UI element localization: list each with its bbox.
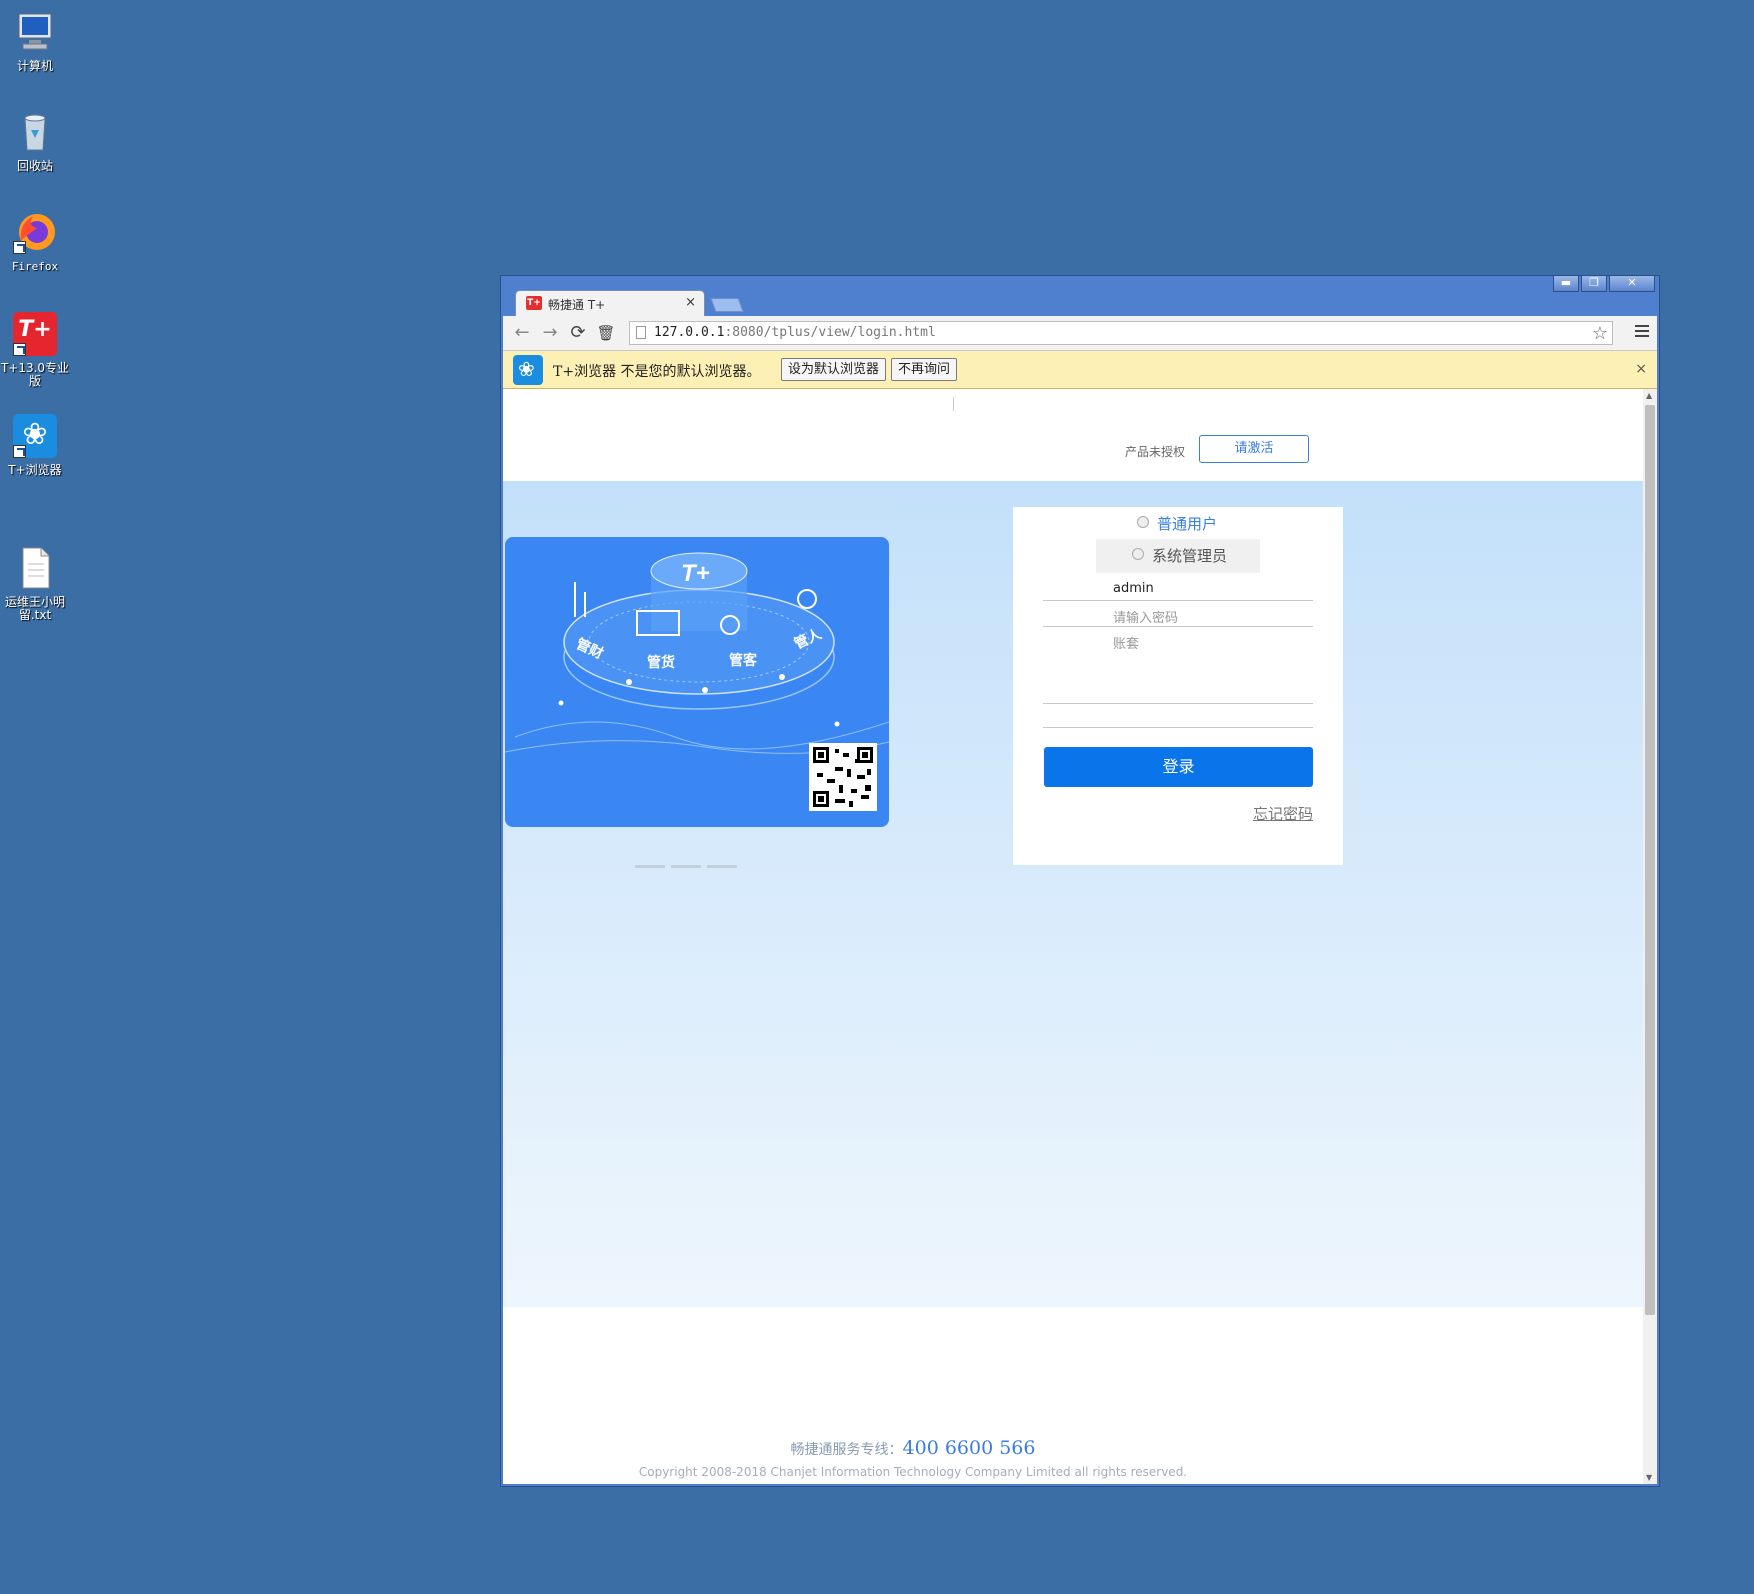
tab-tplus[interactable]: T+ 畅捷通 T+ × xyxy=(515,290,705,316)
login-button[interactable]: 登录 xyxy=(1044,747,1313,787)
default-browser-infobar: T+浏览器 不是您的默认浏览器。 设为默认浏览器 不再询问 × xyxy=(503,351,1657,389)
product-banner[interactable]: T+ 管财 管货 管客 管人 xyxy=(505,537,889,827)
recycle-bin-icon xyxy=(13,110,57,154)
desktop-icon-label: 运维王小明 留.txt xyxy=(4,595,65,622)
browser-window: ▬ ❐ ✕ T+ 畅捷通 T+ × ← → ⟳ 🗑 127.0.0.1:8080… xyxy=(500,275,1660,1487)
tab-strip: T+ 畅捷通 T+ × xyxy=(501,288,1659,316)
header-divider xyxy=(953,397,954,411)
service-hotline: 畅捷通服务专线：400 6600 566 xyxy=(503,1437,1323,1459)
scroll-down-icon[interactable]: ▼ xyxy=(1646,1473,1652,1482)
activate-button[interactable]: 请激活 xyxy=(1199,435,1309,463)
username-field[interactable]: admin xyxy=(1043,577,1313,601)
infobar-message: T+浏览器 不是您的默认浏览器。 xyxy=(553,364,761,380)
radio-normal-user[interactable]: 普通用户 xyxy=(1137,513,1217,534)
account-set-field[interactable]: 账套 xyxy=(1043,629,1313,653)
shortcut-arrow-icon xyxy=(13,343,26,356)
radio-normal-label: 普通用户 xyxy=(1157,515,1218,533)
desktop-icon-tplus-browser[interactable]: ❀ T+浏览器 xyxy=(0,414,75,477)
page-viewport: 产品未授权 请激活 T+ 管财 管货 管客 管人 普通用户 系统管理员 admi… xyxy=(503,389,1643,1484)
login-hero: T+ 管财 管货 管客 管人 普通用户 系统管理员 admin 请输入密码 账套… xyxy=(503,481,1643,1307)
carousel-dot[interactable] xyxy=(671,865,701,868)
scroll-up-icon[interactable]: ▲ xyxy=(1646,391,1652,400)
field-divider xyxy=(1043,703,1313,704)
tplus-favicon-icon: T+ xyxy=(526,296,542,310)
field-divider xyxy=(1043,727,1313,728)
url-host: 127.0.0.1 xyxy=(654,325,725,340)
hotline-number: 400 6600 566 xyxy=(902,1437,1036,1459)
banner-illustration: T+ 管财 管货 管客 管人 xyxy=(505,552,889,811)
password-field[interactable]: 请输入密码 xyxy=(1043,603,1313,627)
bookmark-star-icon[interactable]: ☆ xyxy=(1592,323,1608,344)
shortcut-arrow-icon xyxy=(13,241,26,254)
radio-icon[interactable] xyxy=(1137,516,1149,528)
tplus-browser-icon: ❀ xyxy=(13,414,57,458)
desktop-icon-recycle-bin[interactable]: 回收站 xyxy=(0,110,75,173)
desktop-icon-computer[interactable]: 计算机 xyxy=(0,10,75,73)
page-header: 产品未授权 请激活 xyxy=(503,389,1643,481)
desktop-icon-label: 计算机 xyxy=(16,59,53,73)
hotline-label: 畅捷通服务专线： xyxy=(790,1442,903,1458)
desktop-icon-firefox[interactable]: Firefox xyxy=(0,210,75,273)
radio-admin-label: 系统管理员 xyxy=(1152,547,1228,565)
desktop-icon-label: Firefox xyxy=(11,260,59,273)
desktop-icon-label: T+13.0专业版 xyxy=(0,361,70,388)
shortcut-arrow-icon xyxy=(13,445,26,458)
license-status: 产品未授权 xyxy=(1125,445,1186,459)
forward-icon[interactable]: → xyxy=(539,322,561,344)
tplus-app-icon: T+ xyxy=(13,312,57,356)
scrollbar-thumb[interactable] xyxy=(1645,405,1655,1315)
desktop-icon-tplus[interactable]: T+ T+13.0专业版 xyxy=(0,312,75,388)
computer-icon xyxy=(13,10,57,54)
copyright: Copyright 2008-2018 Chanjet Information … xyxy=(638,1465,1188,1479)
username-value: admin xyxy=(1113,581,1154,596)
radio-icon[interactable] xyxy=(1132,548,1144,560)
banner-label-customers: 管客 xyxy=(729,652,758,669)
desktop-icon-text-file[interactable]: 运维王小明 留.txt xyxy=(0,520,75,635)
firefox-icon xyxy=(13,210,57,254)
banner-label-goods: 管货 xyxy=(647,654,675,671)
trash-icon[interactable]: 🗑 xyxy=(595,322,617,344)
menu-icon[interactable] xyxy=(1635,325,1649,339)
carousel-dot[interactable] xyxy=(635,865,665,868)
forgot-password-link[interactable]: 忘记密码 xyxy=(1253,803,1313,824)
reload-icon[interactable]: ⟳ xyxy=(567,322,589,344)
carousel-indicators xyxy=(635,853,743,872)
page-scrollbar[interactable]: ▲ ▼ xyxy=(1643,389,1657,1484)
qr-code-icon xyxy=(809,743,877,811)
password-placeholder: 请输入密码 xyxy=(1113,611,1179,626)
new-tab-button[interactable] xyxy=(710,298,744,312)
radio-system-admin[interactable]: 系统管理员 xyxy=(1096,539,1260,573)
carousel-dot[interactable] xyxy=(707,865,737,868)
login-panel: 普通用户 系统管理员 admin 请输入密码 账套 登录 忘记密码 xyxy=(1013,507,1343,865)
url-path: :8080/tplus/view/login.html xyxy=(724,325,936,340)
address-bar[interactable]: 127.0.0.1:8080/tplus/view/login.html ☆ xyxy=(629,321,1613,345)
back-icon[interactable]: ← xyxy=(511,322,533,344)
set-default-browser-button[interactable]: 设为默认浏览器 xyxy=(781,358,887,381)
dont-ask-again-button[interactable]: 不再询问 xyxy=(891,358,958,381)
tplus-browser-logo-icon xyxy=(513,355,543,385)
account-placeholder: 账套 xyxy=(1113,637,1140,652)
url-text: 127.0.0.1:8080/tplus/view/login.html xyxy=(654,325,936,340)
tab-close-icon[interactable]: × xyxy=(685,295,696,310)
desktop-icon-label: 回收站 xyxy=(16,159,53,173)
text-file-icon xyxy=(13,533,57,589)
infobar-close-icon[interactable]: × xyxy=(1635,361,1647,377)
browser-toolbar: ← → ⟳ 🗑 127.0.0.1:8080/tplus/view/login.… xyxy=(503,316,1657,351)
desktop-icon-label: T+浏览器 xyxy=(8,463,62,477)
tab-title: 畅捷通 T+ xyxy=(548,298,606,312)
banner-logo: T+ xyxy=(681,560,710,587)
page-icon xyxy=(636,326,646,339)
